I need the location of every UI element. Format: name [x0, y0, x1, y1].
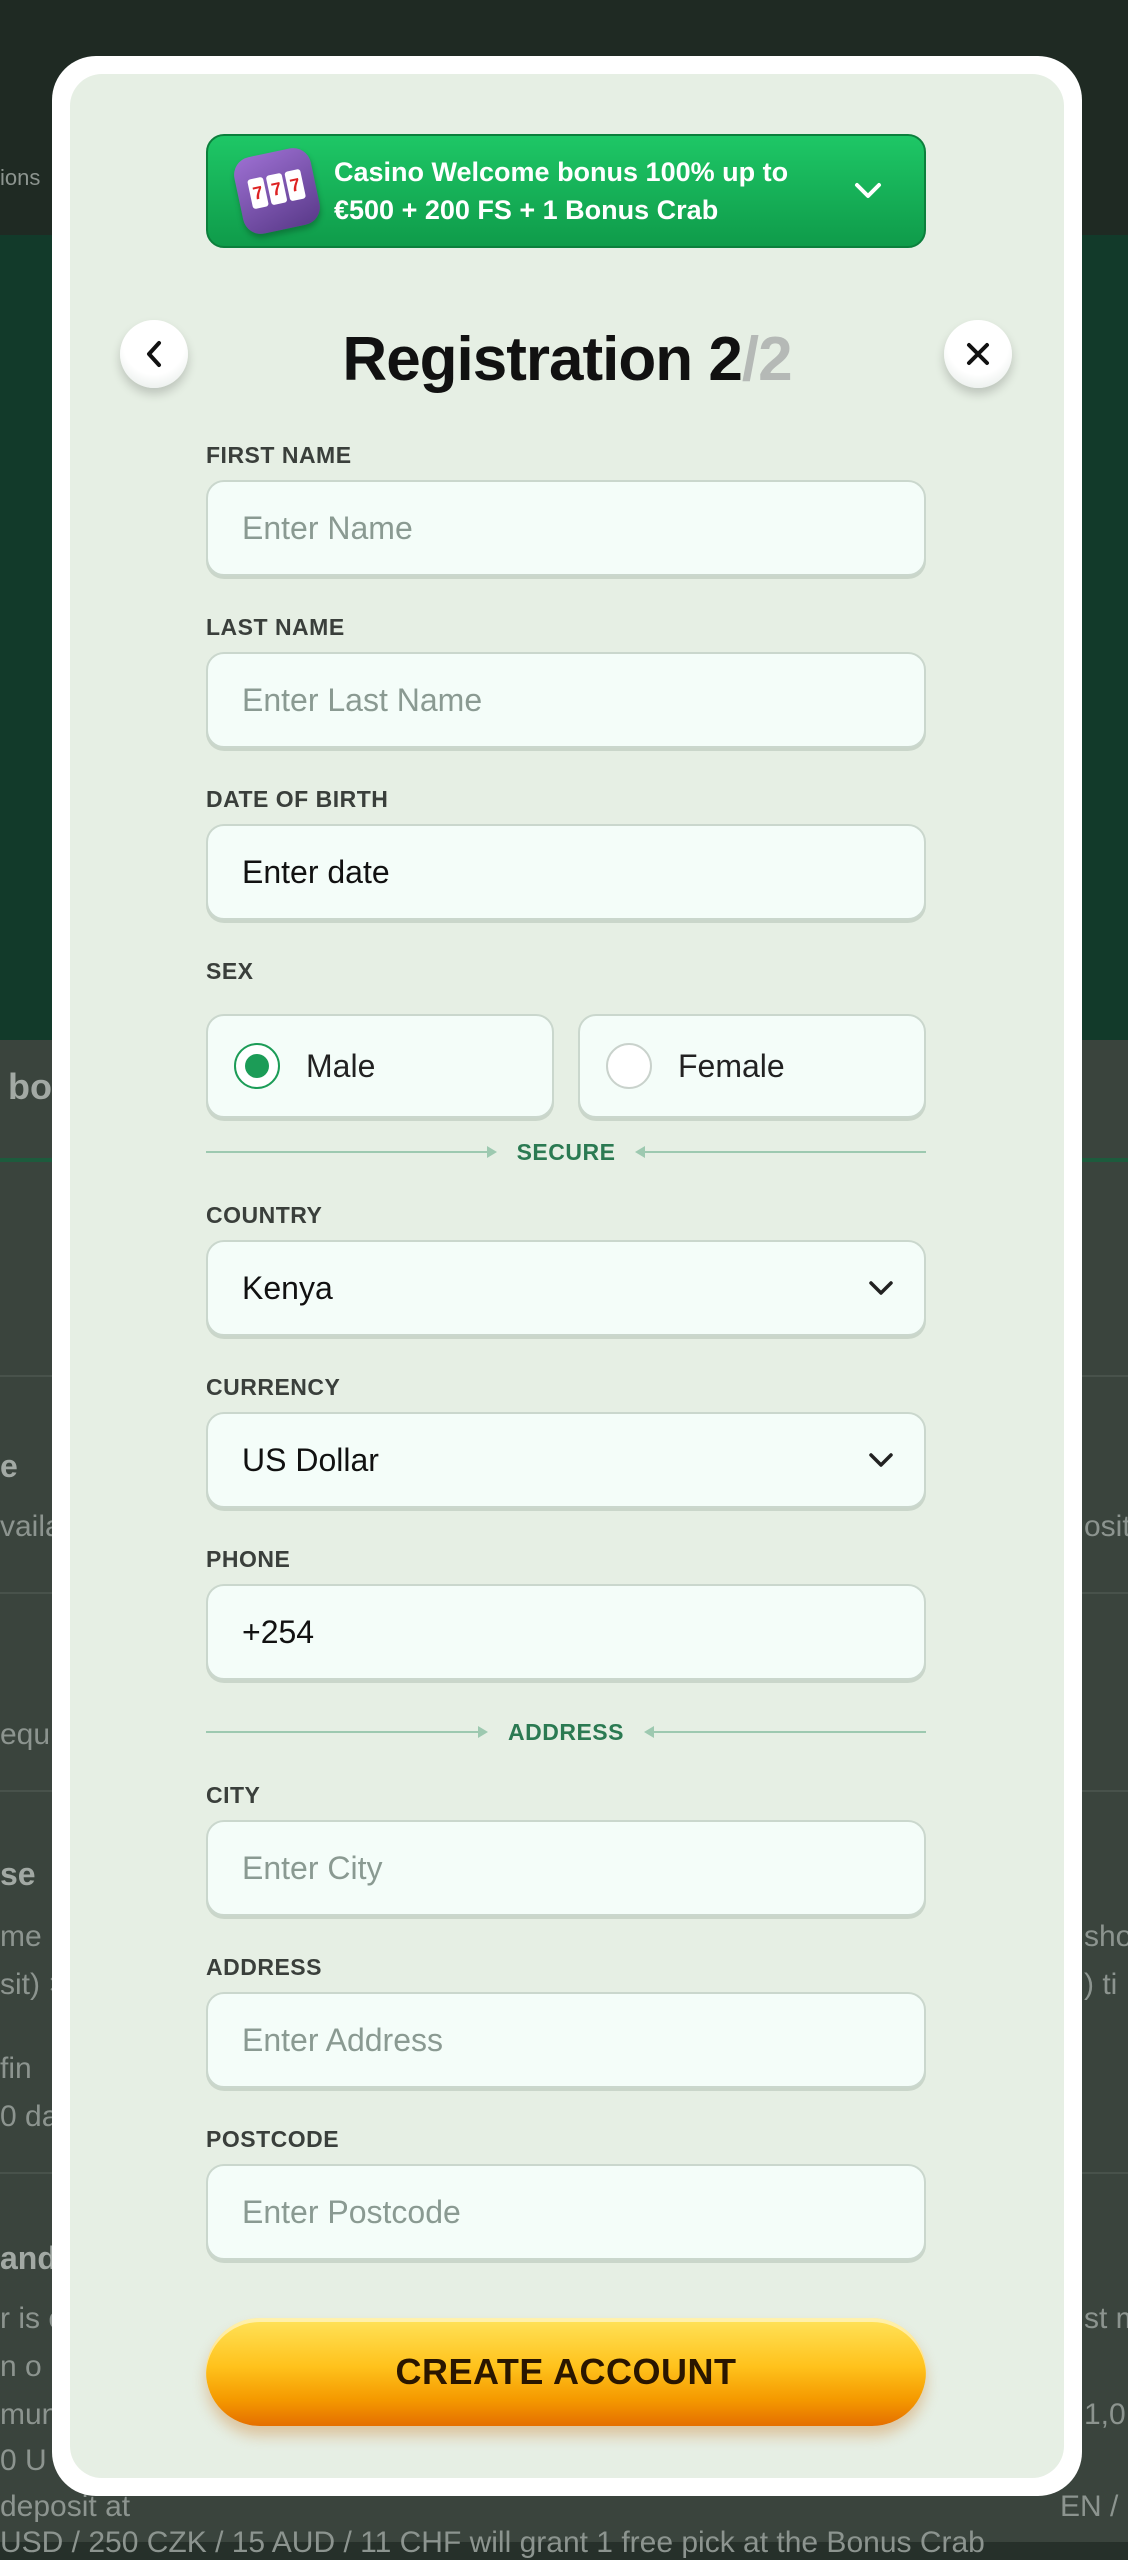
city-placeholder: Enter City [242, 1849, 383, 1886]
last-name-label: LAST NAME [206, 614, 345, 640]
address-placeholder: Enter Address [242, 2021, 443, 2058]
last-name-input[interactable]: Enter Last Name [206, 652, 926, 748]
modal-body: 7 7 7 Casino Welcome bonus 100% up to €5… [70, 74, 1064, 2478]
radio-selected-icon [234, 1043, 280, 1089]
address-label: ADDRESS [206, 1954, 322, 1980]
postcode-placeholder: Enter Postcode [242, 2193, 461, 2230]
sex-option-female[interactable]: Female [578, 1014, 926, 1118]
sex-option-label: Male [306, 1047, 376, 1084]
slot-machine-icon: 7 7 7 [230, 144, 324, 238]
background-text: mun [0, 2398, 59, 2431]
sex-label: SEX [206, 958, 254, 984]
address-divider-text: ADDRESS [508, 1718, 624, 1745]
postcode-input[interactable]: Enter Postcode [206, 2164, 926, 2260]
phone-label: PHONE [206, 1546, 291, 1572]
background-text: 0 U [0, 2444, 47, 2477]
background-text: st m [1084, 2302, 1128, 2335]
background-nav-text: ions [0, 165, 41, 190]
chevron-down-icon[interactable] [838, 161, 898, 221]
sex-option-male[interactable]: Male [206, 1014, 554, 1118]
chevron-down-icon [869, 1453, 893, 1467]
currency-label: CURRENCY [206, 1374, 341, 1400]
background-text: n o [0, 2350, 42, 2383]
title-text: Registration 2 [342, 325, 742, 394]
divider-line [206, 1146, 497, 1158]
first-name-placeholder: Enter Name [242, 509, 413, 546]
background-text: 1,0 [1084, 2398, 1126, 2431]
dob-label: DATE OF BIRTH [206, 786, 389, 812]
create-account-button[interactable]: CREATE ACCOUNT [206, 2318, 926, 2426]
background-text: equ [0, 1718, 51, 1751]
divider-line [643, 1726, 926, 1738]
country-select[interactable]: Kenya [206, 1240, 926, 1336]
registration-modal: 7 7 7 Casino Welcome bonus 100% up to €5… [52, 56, 1082, 2496]
welcome-bonus-text: Casino Welcome bonus 100% up to €500 + 2… [334, 157, 789, 225]
title-step-total: /2 [741, 325, 793, 394]
background-text: 0 da [0, 2100, 59, 2133]
country-value: Kenya [242, 1269, 333, 1306]
secure-divider-text: SECURE [516, 1138, 616, 1165]
address-divider: ADDRESS [206, 1717, 926, 1747]
divider-line [635, 1146, 927, 1158]
city-input[interactable]: Enter City [206, 1820, 926, 1916]
background-text: e [0, 1448, 18, 1484]
background-text: ) ti [1084, 1968, 1118, 2001]
currency-select[interactable]: US Dollar [206, 1412, 926, 1508]
sex-option-label: Female [678, 1047, 785, 1084]
postcode-label: POSTCODE [206, 2126, 340, 2152]
dob-placeholder: Enter date [242, 853, 390, 890]
first-name-label: FIRST NAME [206, 442, 352, 468]
last-name-placeholder: Enter Last Name [242, 681, 483, 718]
phone-input[interactable]: +254 [206, 1584, 926, 1680]
city-label: CITY [206, 1782, 261, 1808]
welcome-bonus-banner[interactable]: 7 7 7 Casino Welcome bonus 100% up to €5… [206, 134, 926, 248]
background-text: fin [0, 2052, 32, 2085]
dob-input[interactable]: Enter date [206, 824, 926, 920]
divider-line [206, 1726, 489, 1738]
secure-divider: SECURE [206, 1137, 927, 1167]
address-input[interactable]: Enter Address [206, 1992, 926, 2088]
background-text: and [0, 2240, 57, 2276]
background-hero-text: bo [8, 1066, 52, 1107]
country-label: COUNTRY [206, 1202, 323, 1228]
background-text: sho [1084, 1920, 1128, 1953]
background-text: EN / 7 [1060, 2490, 1128, 2523]
page-title: Registration 2/2 [70, 324, 1064, 395]
chevron-down-icon [869, 1281, 893, 1295]
background-text: USD / 250 CZK / 15 AUD / 11 CHF will gra… [0, 2526, 985, 2559]
phone-value: +254 [242, 1613, 315, 1650]
radio-unselected-icon [606, 1043, 652, 1089]
background-text: se [0, 1856, 36, 1892]
first-name-input[interactable]: Enter Name [206, 480, 926, 576]
background-text: osit. [1084, 1510, 1128, 1543]
currency-value: US Dollar [242, 1441, 379, 1478]
